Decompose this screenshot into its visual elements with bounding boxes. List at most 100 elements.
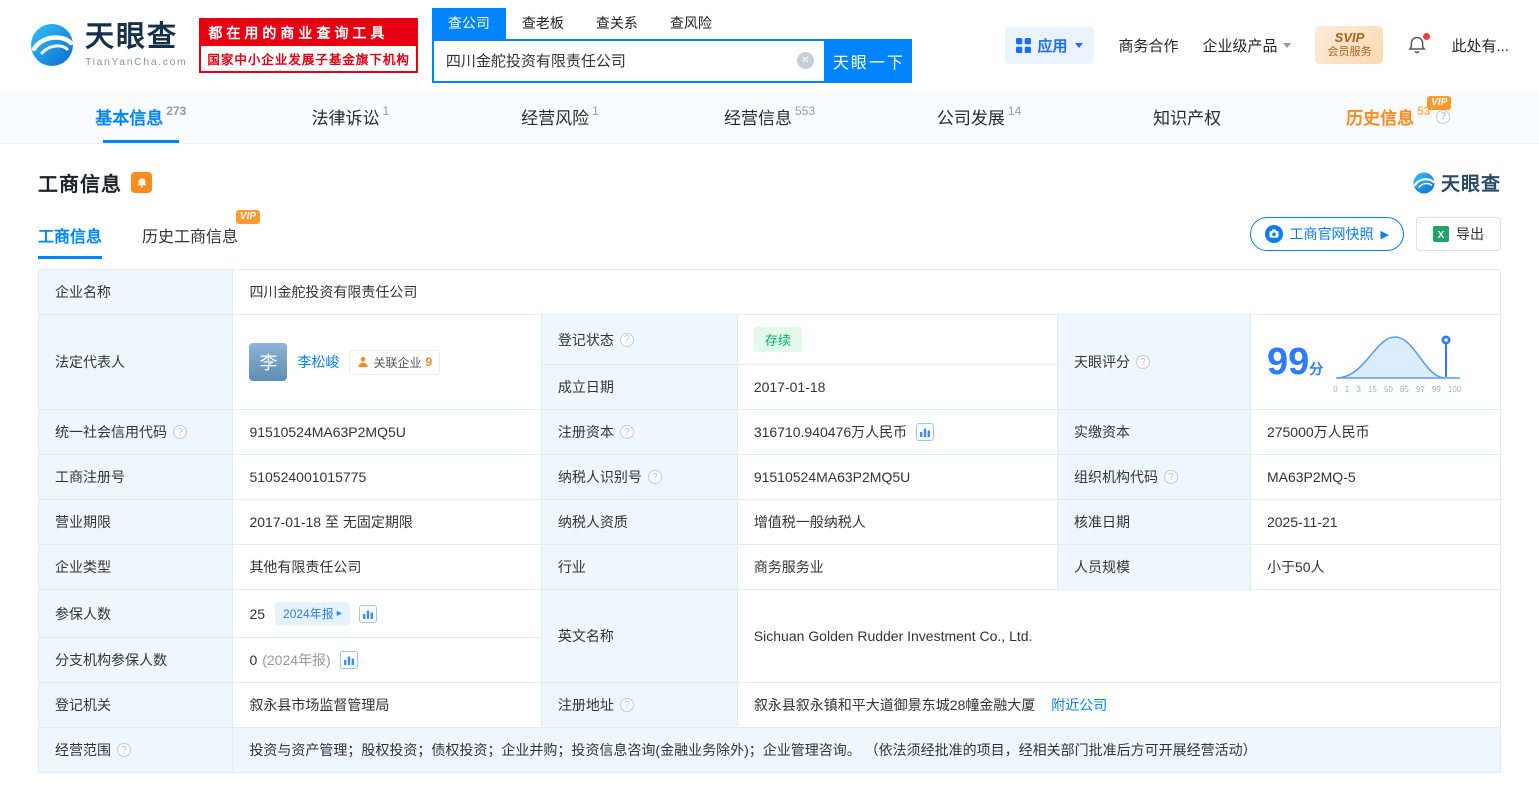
- branch-insured-chart-icon[interactable]: [339, 651, 358, 669]
- svip-sublabel: 会员服务: [1327, 46, 1372, 59]
- tab-operating-risk-count: 1: [592, 103, 599, 118]
- svip-membership-button[interactable]: SVIP 会员服务: [1315, 26, 1384, 64]
- search-tab-risk[interactable]: 查风险: [654, 8, 728, 39]
- subtab-history-business-info[interactable]: 历史工商信息 VIP: [142, 210, 261, 259]
- tab-legal-lawsuits[interactable]: 法律诉讼 1: [246, 90, 456, 143]
- field-value-taxpayer-id: 91510524MA63P2MQ5U: [736, 454, 1058, 500]
- official-snapshot-button[interactable]: 工商官网快照 ▶: [1249, 217, 1404, 251]
- insured-chart-icon[interactable]: [358, 604, 377, 623]
- apps-label: 应用: [1037, 37, 1068, 55]
- tab-operating-risk[interactable]: 经营风险 1: [455, 90, 665, 143]
- help-icon[interactable]: [1436, 109, 1451, 124]
- bell-curve-chart: [1336, 335, 1461, 379]
- watermark-logo-text: 天眼查: [1440, 174, 1501, 195]
- menu-enterprise-products[interactable]: 企业级产品: [1202, 35, 1292, 56]
- help-icon[interactable]: [117, 743, 131, 757]
- legal-rep-avatar[interactable]: 李: [249, 343, 288, 381]
- tab-intellectual-property[interactable]: 知识产权: [1084, 90, 1294, 143]
- legal-rep-name-link[interactable]: 李松峻: [297, 352, 339, 372]
- tab-operating-risk-label: 经营风险: [521, 109, 590, 128]
- field-value-tyc-score: 99分 013 15 50 85 97 99 100: [1249, 314, 1502, 410]
- subtab-business-info[interactable]: 工商信息: [38, 223, 103, 259]
- bell-icon: [137, 177, 146, 187]
- apps-menu[interactable]: 应用: [1005, 26, 1095, 64]
- help-icon[interactable]: [173, 425, 187, 439]
- sub-tabs-row: 工商信息 历史工商信息 VIP 工商官网快照 ▶ X 导出: [38, 210, 1501, 259]
- tab-company-development-count: 14: [1007, 103, 1022, 118]
- search-input[interactable]: [445, 52, 797, 69]
- tab-intellectual-property-label: 知识产权: [1153, 109, 1222, 128]
- company-nav-tabs: 基本信息 273 法律诉讼 1 经营风险 1 经营信息 553 公司发展 14 …: [0, 90, 1539, 144]
- tab-company-development[interactable]: 公司发展 14: [874, 90, 1084, 143]
- search-area: 查公司 查老板 查关系 查风险 天眼一下: [431, 7, 912, 83]
- table-row: 企业名称 四川金舵投资有限责任公司: [37, 269, 1501, 315]
- nearby-companies-link[interactable]: 附近公司: [1051, 697, 1107, 713]
- tab-legal-lawsuits-label: 法律诉讼: [311, 109, 380, 128]
- help-icon[interactable]: [619, 332, 634, 347]
- help-icon[interactable]: [619, 698, 634, 712]
- notification-dot: [1423, 33, 1431, 40]
- field-label-taxpayer-id: 纳税人识别号: [540, 454, 738, 500]
- field-label-taxpayer-quality: 纳税人资质: [540, 499, 738, 545]
- field-label-reg-address: 注册地址: [540, 682, 738, 728]
- field-label-company-type: 企业类型: [37, 544, 234, 590]
- field-value-business-term: 2017-01-18 至 无固定期限: [232, 499, 542, 545]
- grid-icon: [1016, 37, 1032, 53]
- score-axis: 013 15 50 85 97 99 100: [1333, 384, 1462, 394]
- search-tab-company[interactable]: 查公司: [431, 7, 506, 39]
- related-companies-button[interactable]: 关联企业 9: [349, 349, 441, 375]
- chevron-down-icon: [1075, 42, 1084, 48]
- sub-tabs: 工商信息 历史工商信息 VIP: [38, 210, 261, 259]
- svip-label: SVIP: [1334, 30, 1365, 45]
- field-label-insured-num: 参保人数: [37, 589, 234, 638]
- tab-history-info[interactable]: 历史信息 53 VIP: [1293, 90, 1503, 143]
- menu-business-cooperation[interactable]: 商务合作: [1118, 35, 1178, 56]
- subscribe-bell-button[interactable]: [131, 172, 152, 193]
- table-actions: 工商官网快照 ▶ X 导出: [1249, 217, 1501, 259]
- business-info-table: 企业名称 四川金舵投资有限责任公司 法定代表人 李 李松峻 关联企业 9 登记状…: [37, 269, 1502, 773]
- username[interactable]: 此处有...: [1451, 35, 1509, 56]
- field-label-tyc-score: 天眼评分: [1056, 314, 1251, 410]
- search-tab-boss[interactable]: 查老板: [506, 8, 580, 39]
- arrow-right-icon: ▶: [1380, 228, 1389, 241]
- notifications-button[interactable]: [1407, 33, 1431, 55]
- table-row: 参保人数 25 2024年报 英文名称 Sichuan Golden Rudde…: [37, 589, 1502, 683]
- tab-operating-info-count: 553: [795, 103, 816, 118]
- tab-operating-info[interactable]: 经营信息 553: [665, 90, 875, 143]
- slogan-line2: 国家中小企业发展子基金旗下机构: [207, 52, 410, 67]
- status-badge: 存续: [753, 327, 802, 352]
- field-value-legal-rep: 李 李松峻 关联企业 9: [232, 314, 542, 410]
- help-icon[interactable]: [647, 470, 662, 484]
- tab-basic-info[interactable]: 基本信息 273: [36, 90, 246, 143]
- field-label-staff-size: 人员规模: [1056, 544, 1251, 590]
- capital-chart-icon[interactable]: [916, 423, 935, 441]
- field-value-approval-date: 2025-11-21: [1249, 499, 1502, 545]
- field-value-english-name: Sichuan Golden Rudder Investment Co., Lt…: [736, 589, 1502, 683]
- field-label-company-name: 企业名称: [37, 269, 234, 315]
- search-tab-relation[interactable]: 查关系: [580, 8, 654, 39]
- header: 天眼查 TianYanCha.com 都在用的商业查询工具 国家中小企业发展子基…: [0, 0, 1539, 90]
- official-snapshot-label: 工商官网快照: [1289, 226, 1374, 242]
- field-value-staff-size: 小于50人: [1249, 544, 1502, 590]
- annual-report-note: (2024年报): [262, 652, 331, 668]
- tab-operating-info-label: 经营信息: [724, 109, 792, 128]
- export-button[interactable]: X 导出: [1416, 217, 1501, 251]
- help-icon[interactable]: [619, 425, 634, 439]
- field-label-reg-number: 工商注册号: [37, 454, 234, 500]
- field-label-credit-code: 统一社会信用代码: [37, 409, 234, 455]
- field-value-reg-number: 510524001015775: [232, 454, 542, 500]
- tianyancha-logo[interactable]: 天眼查 TianYanCha.com: [28, 21, 187, 69]
- search-button[interactable]: 天眼一下: [825, 38, 912, 83]
- help-icon[interactable]: [1163, 470, 1178, 484]
- tab-basic-info-label: 基本信息: [95, 109, 164, 128]
- help-icon[interactable]: [1135, 355, 1150, 369]
- search-tabs: 查公司 查老板 查关系 查风险: [431, 7, 912, 39]
- annual-report-badge[interactable]: 2024年报: [275, 602, 350, 625]
- field-value-branch-insured: 0 (2024年报): [232, 637, 542, 683]
- section-header: 工商信息 天眼查: [38, 168, 1501, 197]
- table-row: 法定代表人 李 李松峻 关联企业 9 登记状态 ? 存续 天眼评分 ? 99分 …: [37, 314, 1502, 410]
- field-value-org-code: MA63P2MQ-5: [1249, 454, 1502, 500]
- clear-search-icon[interactable]: [796, 52, 814, 69]
- page: { "brand": { "name": "天眼查", "domain": "T…: [0, 0, 1539, 792]
- tianyancha-logo-icon: [1413, 172, 1435, 193]
